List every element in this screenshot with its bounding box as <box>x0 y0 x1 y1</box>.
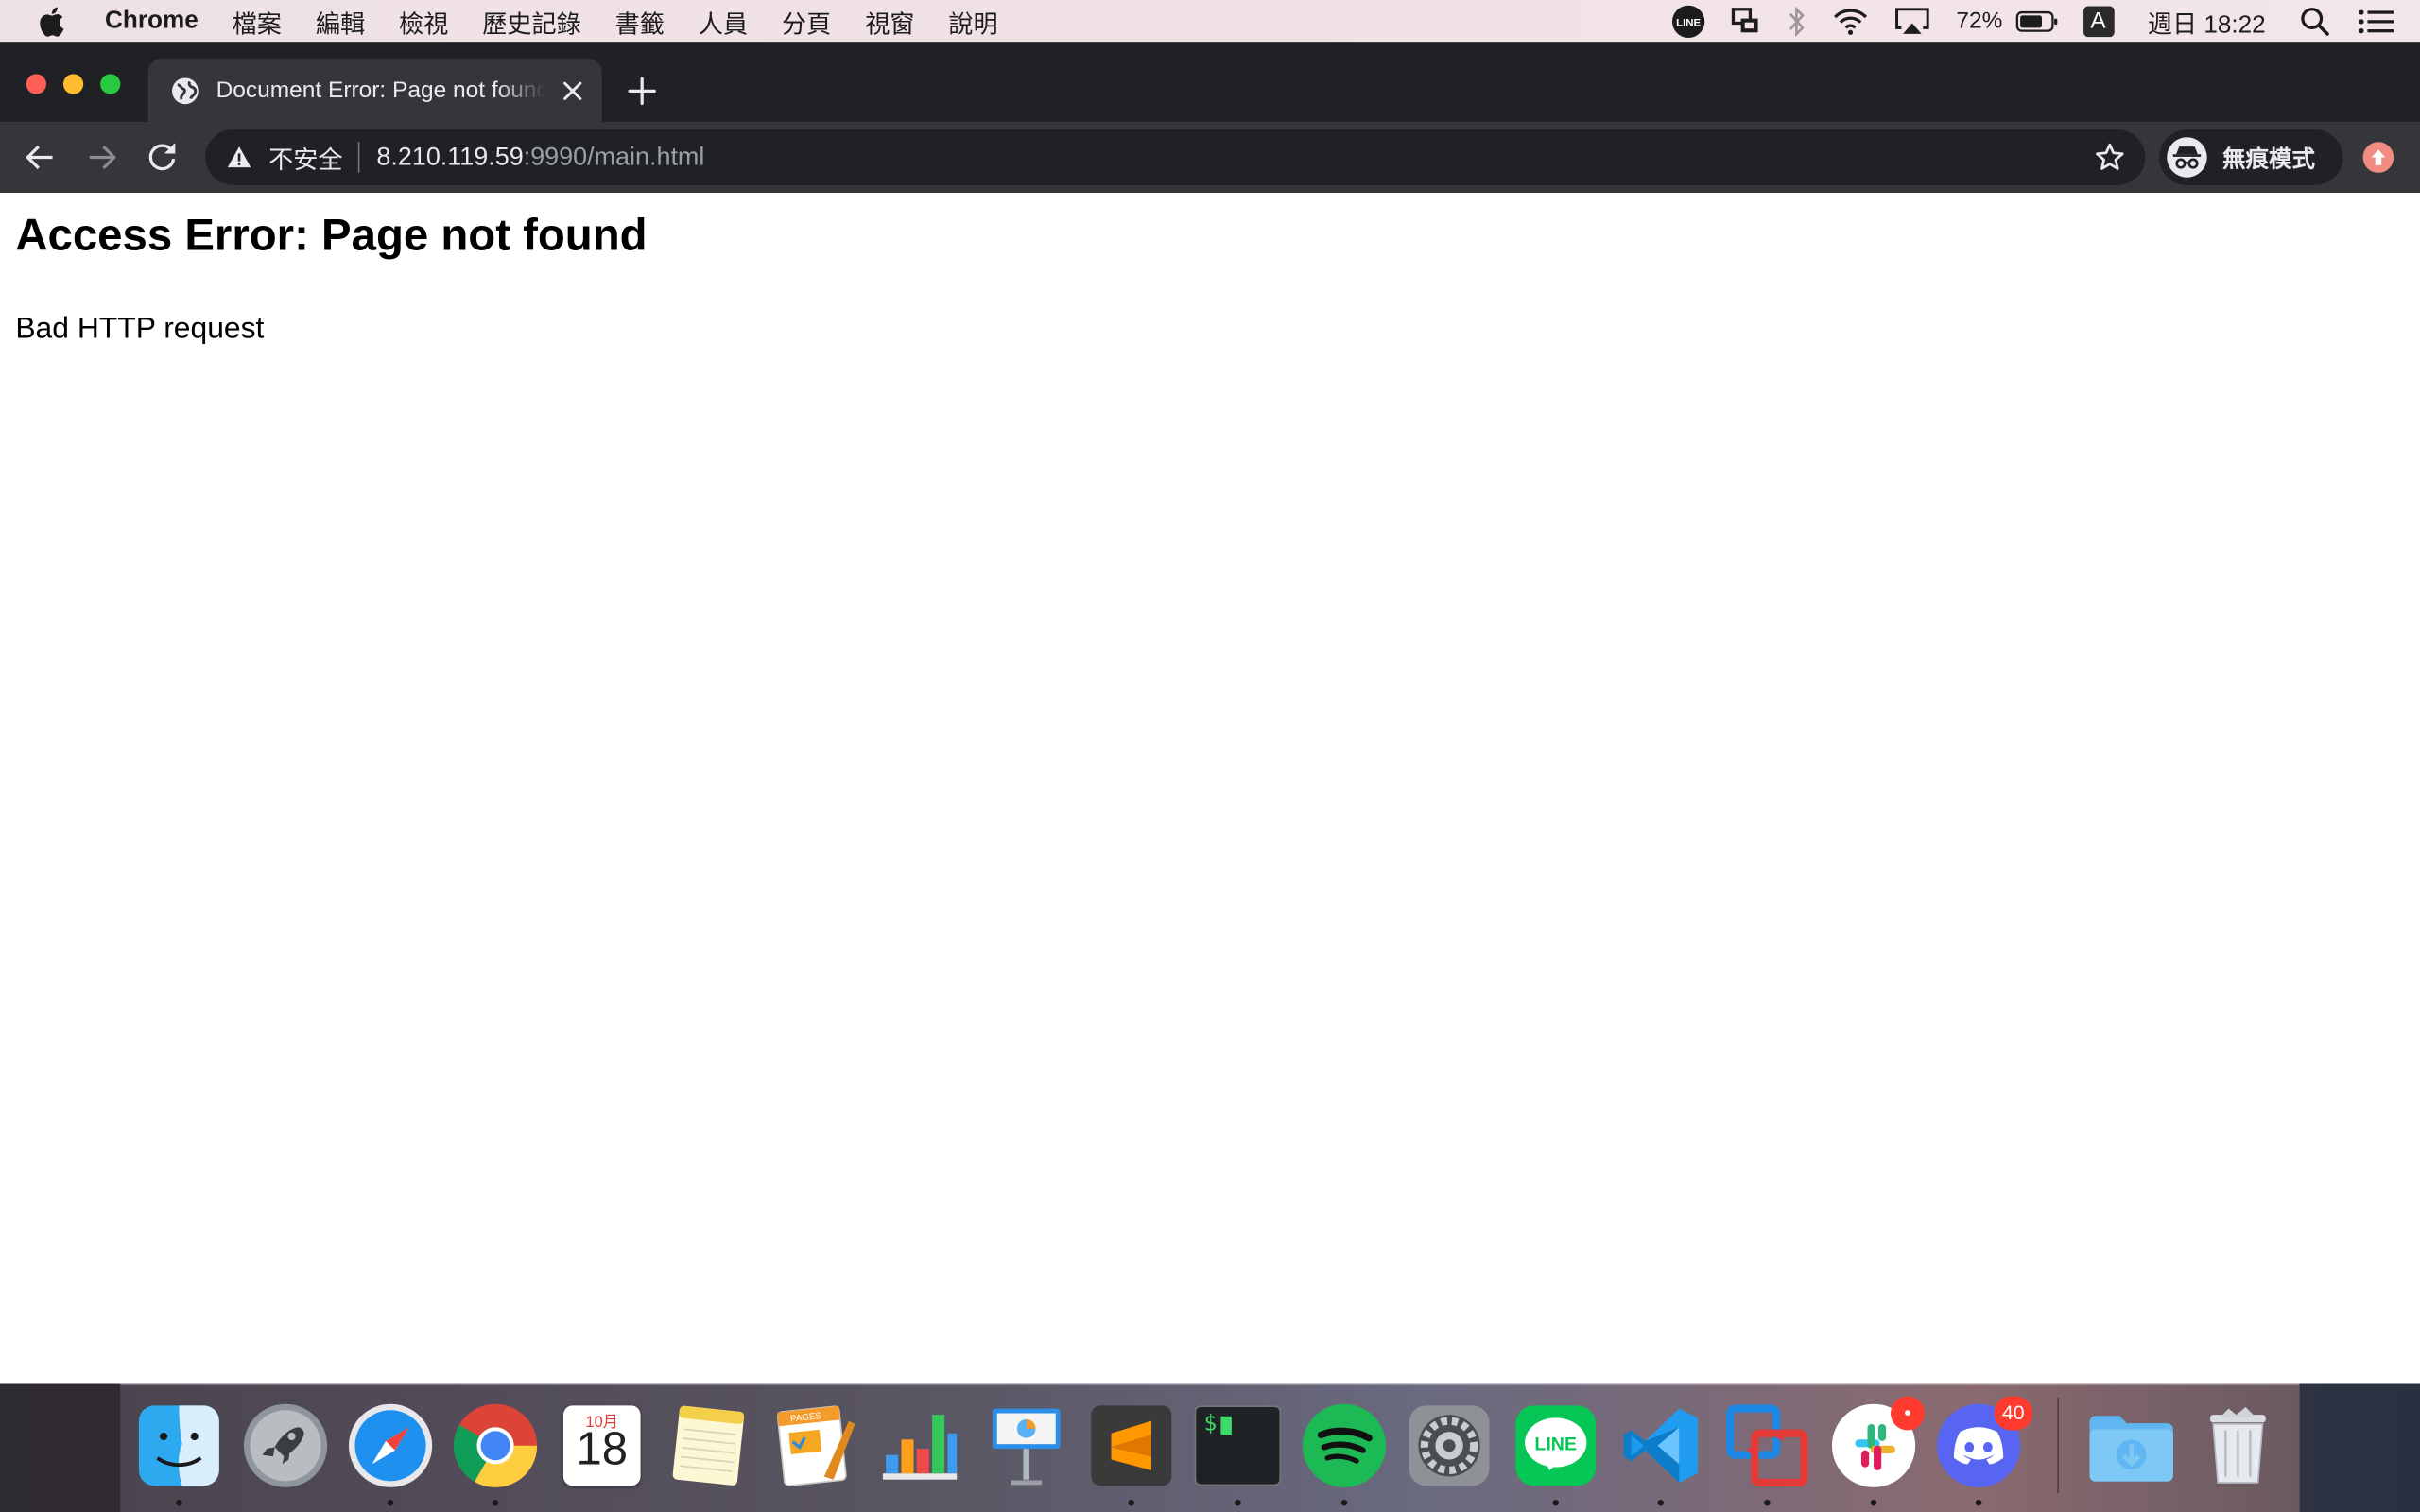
calendar-dock-icon[interactable]: 10月 18 <box>557 1400 647 1490</box>
chrome-dock-icon[interactable] <box>451 1400 541 1490</box>
url-path: :9990/main.html <box>523 143 705 171</box>
tab-strip: Document Error: Page not found <box>0 42 2420 122</box>
line-running-indicator <box>1552 1499 1559 1506</box>
bookmark-star-icon[interactable] <box>2095 142 2126 173</box>
page-content: Access Error: Page not found Bad HTTP re… <box>0 193 2420 1384</box>
menu-file[interactable]: 檔案 <box>233 2 282 39</box>
minimize-window-button[interactable] <box>62 74 84 94</box>
address-bar[interactable]: 不安全 8.210.119.59:9990/main.html <box>205 129 2146 185</box>
wifi-icon[interactable] <box>1833 6 1870 37</box>
menu-tab[interactable]: 分頁 <box>782 2 831 39</box>
safari-running-indicator <box>387 1499 394 1506</box>
security-status-label[interactable]: 不安全 <box>268 139 342 176</box>
close-tab-icon[interactable] <box>561 77 585 102</box>
system-preferences-dock-icon[interactable] <box>1405 1400 1495 1490</box>
close-window-button[interactable] <box>26 74 46 94</box>
vmware-dock-icon[interactable] <box>1722 1400 1812 1490</box>
input-method-indicator[interactable]: A <box>2083 5 2114 37</box>
terminal-cursor <box>1220 1416 1232 1435</box>
browser-toolbar: 不安全 8.210.119.59:9990/main.html 無痕模式 <box>0 121 2420 194</box>
dock-separator <box>2057 1398 2059 1494</box>
browser-window: Document Error: Page not found 不安全 8.210… <box>0 42 2420 1384</box>
slack-notification-badge: • <box>1891 1396 1925 1431</box>
back-arrow-icon[interactable] <box>23 141 57 175</box>
menu-extras: LINE 72% A 週日 18:22 <box>1660 0 2420 42</box>
vscode-dock-icon[interactable] <box>1616 1400 1705 1490</box>
airplay-icon[interactable] <box>1894 6 1931 37</box>
line-dock-icon[interactable]: LINE <box>1511 1400 1600 1490</box>
numbers-dock-icon[interactable] <box>875 1400 965 1490</box>
menu-app-name[interactable]: Chrome <box>105 7 199 34</box>
vscode-running-indicator <box>1657 1499 1664 1506</box>
terminal-prompt: $ <box>1203 1411 1218 1436</box>
terminal-running-indicator <box>1235 1499 1241 1506</box>
battery-icon[interactable] <box>2014 10 2058 32</box>
warning-triangle-icon[interactable] <box>227 145 251 169</box>
menu-edit[interactable]: 編輯 <box>316 2 365 39</box>
url-host: 8.210.119.59 <box>376 143 524 171</box>
downloads-folder-dock-icon[interactable] <box>2086 1400 2176 1490</box>
vmware-running-indicator <box>1764 1499 1771 1506</box>
safari-dock-icon[interactable] <box>346 1400 436 1490</box>
fullscreen-window-button[interactable] <box>100 74 121 94</box>
active-tab[interactable]: Document Error: Page not found <box>147 59 602 122</box>
menu-clock[interactable]: 週日 18:22 <box>2148 2 2266 39</box>
bluetooth-icon[interactable] <box>1787 5 1808 37</box>
trash-dock-icon[interactable] <box>2193 1400 2283 1490</box>
chrome-update-icon[interactable] <box>2362 142 2394 173</box>
menu-view[interactable]: 檢視 <box>399 2 448 39</box>
tab-title: Document Error: Page not found <box>216 77 545 104</box>
pages-dock-icon[interactable]: PAGES <box>770 1400 860 1490</box>
slack-running-indicator <box>1870 1499 1877 1506</box>
globe-favicon-icon <box>171 77 199 104</box>
sublime-running-indicator <box>1128 1499 1134 1506</box>
menu-bookmarks[interactable]: 書籤 <box>615 2 665 39</box>
menu-window[interactable]: 視窗 <box>865 2 914 39</box>
battery-percent[interactable]: 72% <box>1956 8 2002 34</box>
spotify-dock-icon[interactable] <box>1300 1400 1390 1490</box>
finder-dock-icon[interactable] <box>134 1400 224 1490</box>
discord-running-indicator <box>1975 1499 1982 1506</box>
notes-dock-icon[interactable] <box>664 1400 753 1490</box>
line-icon[interactable]: LINE <box>1672 4 1706 38</box>
line-dock-label: LINE <box>1534 1435 1577 1455</box>
spotlight-icon[interactable] <box>2300 6 2331 37</box>
new-tab-plus-icon[interactable] <box>625 74 659 108</box>
input-method-label: A <box>2083 5 2114 37</box>
menu-history[interactable]: 歷史記錄 <box>482 2 581 39</box>
svg-text:LINE: LINE <box>1677 17 1702 28</box>
keynote-dock-icon[interactable] <box>981 1400 1071 1490</box>
menu-people[interactable]: 人員 <box>699 2 748 39</box>
discord-notification-badge: 40 <box>1994 1396 2033 1431</box>
macos-menu-bar: Chrome 檔案 編輯 檢視 歷史記錄 書籤 人員 分頁 視窗 說明 LINE… <box>0 0 2420 43</box>
url-text[interactable]: 8.210.119.59:9990/main.html <box>376 143 704 172</box>
incognito-label: 無痕模式 <box>2222 146 2316 173</box>
omnibox-separator <box>357 142 360 173</box>
error-message: Bad HTTP request <box>15 311 265 346</box>
sublime-text-dock-icon[interactable] <box>1086 1400 1176 1490</box>
apple-logo-icon[interactable] <box>37 6 68 37</box>
reload-icon[interactable] <box>145 141 179 175</box>
incognito-icon <box>2167 137 2207 178</box>
launchpad-dock-icon[interactable] <box>241 1400 331 1490</box>
spotify-running-indicator <box>1340 1499 1348 1506</box>
menu-help[interactable]: 說明 <box>948 2 997 39</box>
forward-arrow-icon[interactable] <box>85 141 119 175</box>
calendar-day: 18 <box>576 1423 628 1475</box>
terminal-dock-icon[interactable]: $ <box>1193 1400 1283 1490</box>
finder-running-indicator <box>176 1499 182 1506</box>
chrome-running-indicator <box>492 1499 499 1506</box>
error-heading: Access Error: Page not found <box>15 211 648 261</box>
notification-center-icon[interactable] <box>2359 7 2395 34</box>
incognito-profile-button[interactable]: 無痕模式 <box>2159 129 2343 185</box>
screen-mirroring-icon[interactable] <box>1731 6 1762 37</box>
